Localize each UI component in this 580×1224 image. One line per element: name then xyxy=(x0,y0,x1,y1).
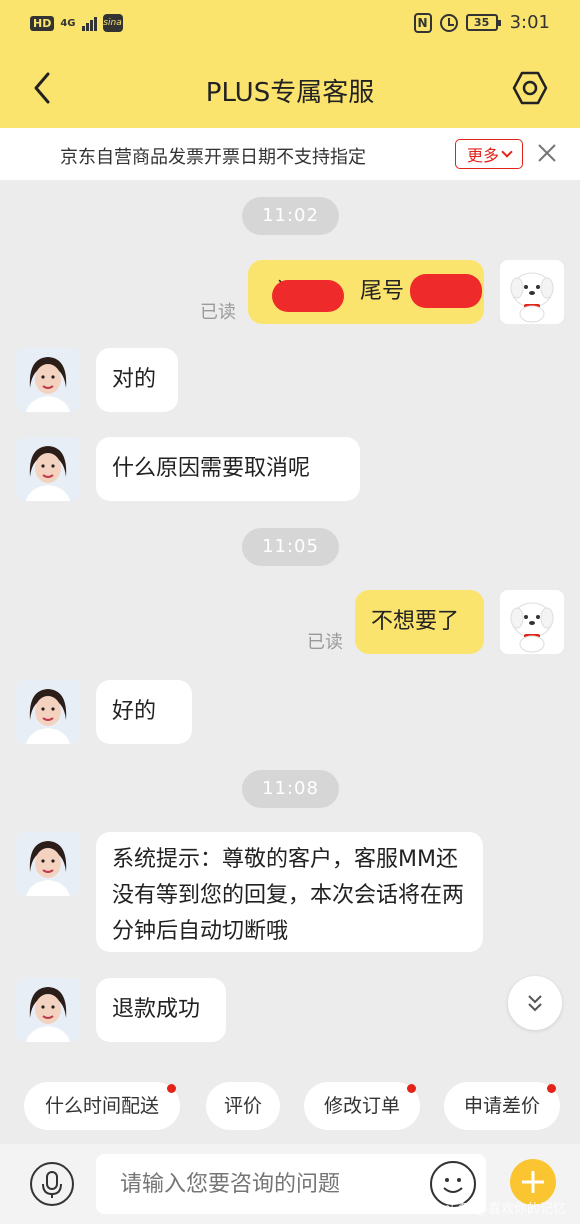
weibo-icon: sina xyxy=(102,14,123,32)
message-text: 尾号 xyxy=(360,279,405,304)
microphone-icon xyxy=(42,1171,62,1198)
message-bubble-agent[interactable]: 退款成功 xyxy=(96,978,226,1042)
double-chevron-down-icon xyxy=(528,995,542,1012)
navigation-bar: PLUS专属客服 xyxy=(0,50,580,128)
agent-face-icon xyxy=(16,680,80,744)
status-right: N 35 3:01 xyxy=(413,12,550,33)
more-button[interactable]: 更多 xyxy=(455,139,523,169)
user-avatar[interactable] xyxy=(500,260,564,324)
notice-bar: 京东自营商品发票开票日期不支持指定 更多 xyxy=(0,128,580,180)
signal-icon xyxy=(81,15,97,31)
agent-avatar[interactable] xyxy=(16,437,80,501)
quick-reply-label: 申请差价 xyxy=(463,1095,540,1117)
status-left: HD 4G sina xyxy=(30,14,123,32)
agent-avatar[interactable] xyxy=(16,832,80,896)
message-input[interactable] xyxy=(96,1154,486,1214)
message-text: 好的 xyxy=(112,699,157,724)
scroll-to-bottom-button[interactable] xyxy=(508,976,562,1030)
user-avatar[interactable] xyxy=(500,590,564,654)
quick-reply-chip[interactable]: 什么时间配送 xyxy=(24,1082,180,1130)
timestamp: 11:02 xyxy=(242,197,339,235)
jd-dog-icon xyxy=(510,272,554,323)
agent-face-icon xyxy=(16,978,80,1042)
close-icon[interactable] xyxy=(536,142,558,164)
notification-dot xyxy=(167,1084,176,1093)
agent-face-icon xyxy=(16,832,80,896)
notice-text: 京东自营商品发票开票日期不支持指定 xyxy=(60,147,366,168)
hd-icon: HD xyxy=(30,15,55,31)
network-type: 4G xyxy=(60,17,76,29)
quick-reply-chip[interactable]: 修改订单 xyxy=(304,1082,420,1130)
message-text: 不想要了 xyxy=(371,609,460,634)
quick-reply-chip[interactable]: 评价 xyxy=(206,1082,280,1130)
agent-avatar[interactable] xyxy=(16,348,80,412)
settings-icon[interactable] xyxy=(510,68,550,108)
read-receipt: 已读 xyxy=(200,302,236,323)
message-bubble-agent[interactable]: 系统提示：尊敬的客户，客服MM还没有等到您的回复，本次会话将在两分钟后自动切断哦 xyxy=(96,832,483,952)
clock: 3:01 xyxy=(509,12,550,33)
redaction-mark xyxy=(272,280,344,312)
timestamp: 11:08 xyxy=(242,770,339,808)
message-bubble-agent[interactable]: 好的 xyxy=(96,680,192,744)
message-text: 退款成功 xyxy=(112,997,201,1022)
nfc-icon: N xyxy=(413,12,432,33)
agent-avatar[interactable] xyxy=(16,978,80,1042)
notification-dot xyxy=(407,1084,416,1093)
message-text: 什么原因需要取消呢 xyxy=(112,456,311,481)
more-label: 更多 xyxy=(466,146,499,165)
redaction-mark xyxy=(410,274,482,308)
timestamp: 11:05 xyxy=(242,528,339,566)
read-receipt: 已读 xyxy=(307,632,343,653)
quick-reply-label: 修改订单 xyxy=(323,1095,400,1117)
message-bubble-self[interactable]: 不想要了 xyxy=(355,590,484,654)
quick-reply-label: 评价 xyxy=(223,1095,262,1117)
message-text: 系统提示：尊敬的客户，客服MM还没有等到您的回复，本次会话将在两分钟后自动切断哦 xyxy=(112,847,465,944)
agent-face-icon xyxy=(16,348,80,412)
page-title: PLUS专属客服 xyxy=(205,78,375,108)
status-bar: HD 4G sina N 35 3:01 xyxy=(0,0,580,50)
battery-icon: 35 xyxy=(465,14,501,31)
message-bubble-agent[interactable]: 什么原因需要取消呢 xyxy=(96,437,360,501)
notification-dot xyxy=(547,1084,556,1093)
agent-avatar[interactable] xyxy=(16,680,80,744)
jd-dog-icon xyxy=(510,602,554,653)
quick-reply-chip[interactable]: 申请差价 xyxy=(444,1082,560,1130)
message-bubble-agent[interactable]: 对的 xyxy=(96,348,178,412)
top-header: HD 4G sina N 35 3:01 PLUS专属客服 xyxy=(0,0,580,128)
agent-face-icon xyxy=(16,437,80,501)
quick-reply-label: 什么时间配送 xyxy=(44,1095,159,1117)
chevron-down-icon xyxy=(501,146,513,158)
voice-button[interactable] xyxy=(30,1162,74,1206)
watermark: 头条 @喜欢你的记忆 xyxy=(444,1202,566,1217)
alarm-icon xyxy=(439,13,458,32)
message-text: 对的 xyxy=(112,367,157,392)
